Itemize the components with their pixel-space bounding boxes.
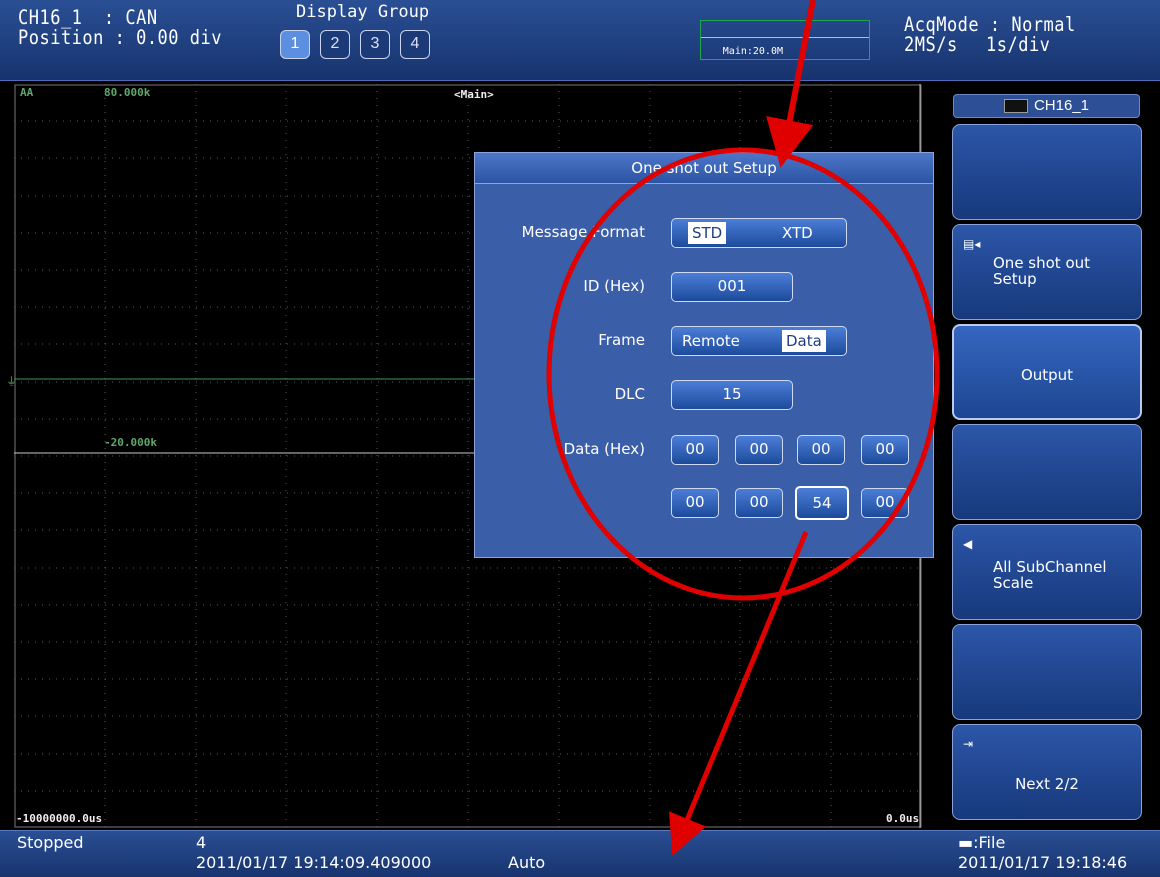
id-field[interactable]: 001 xyxy=(671,272,793,302)
dlc-field[interactable]: 15 xyxy=(671,380,793,410)
time-div: 1s/div xyxy=(986,33,1051,57)
dlc-label: DLC xyxy=(614,385,645,403)
display-group-title: Display Group xyxy=(296,2,430,22)
header-bar: CH16_1 : CAN Position : 0.00 div Display… xyxy=(0,0,1160,81)
soft-key-4[interactable] xyxy=(952,424,1142,520)
message-format-xtd[interactable]: XTD xyxy=(778,222,817,244)
data-byte-2[interactable]: 00 xyxy=(797,435,845,465)
data-byte-1[interactable]: 00 xyxy=(735,435,783,465)
soft-key-1[interactable] xyxy=(952,124,1142,220)
soft-key-3-label: Output xyxy=(1020,366,1074,384)
frame-label: Frame xyxy=(598,331,645,349)
soft-key-output[interactable]: Output xyxy=(952,324,1142,420)
trigger-time: 2011/01/17 19:14:09.409000 xyxy=(196,853,432,872)
frame-data[interactable]: Data xyxy=(782,330,826,352)
y-mid-label: -20.000k xyxy=(104,436,157,449)
sample-rate: 2MS/s xyxy=(904,33,958,57)
dialog-icon: ▤◂ xyxy=(963,237,981,251)
soft-key-one-shot-setup[interactable]: ▤◂ One shot out Setup xyxy=(952,224,1142,320)
minimap-label: Main:20.0M xyxy=(722,46,783,57)
message-format-std[interactable]: STD xyxy=(688,222,727,244)
acq-mode: AcqMode : Normal xyxy=(904,13,1076,37)
trigger-mode: Auto xyxy=(508,853,546,872)
y-top-label: 80.000k xyxy=(104,86,151,99)
printer-icon: ▬ xyxy=(958,833,974,852)
data-byte-0[interactable]: 00 xyxy=(671,435,719,465)
soft-key-5-label: All SubChannel Scale xyxy=(993,558,1107,592)
data-byte-5[interactable]: 00 xyxy=(735,488,783,518)
data-byte-6[interactable]: 54 xyxy=(795,486,849,520)
zoom-minimap: Main:20.0M xyxy=(700,20,870,60)
id-label: ID (Hex) xyxy=(583,277,645,295)
soft-key-6[interactable] xyxy=(952,624,1142,720)
data-byte-4[interactable]: 00 xyxy=(671,488,719,518)
position-info: Position : 0.00 div xyxy=(18,26,222,50)
waveform-icon xyxy=(1003,99,1028,114)
triangle-left-icon: ◀ xyxy=(963,537,973,551)
soft-key-next[interactable]: ⇥ Next 2/2 xyxy=(952,724,1142,820)
status-bar: Stopped 4 2011/01/17 19:14:09.409000 Aut… xyxy=(0,830,1160,877)
main-window-label: <Main> xyxy=(454,88,494,101)
data-byte-3[interactable]: 00 xyxy=(861,435,909,465)
x-left-label: -10000000.0us xyxy=(16,812,103,825)
next-page-icon: ⇥ xyxy=(963,737,974,751)
display-group-4-button[interactable]: 4 xyxy=(400,30,430,59)
menu-header: CH16_1 xyxy=(953,94,1140,118)
trace-name: AA xyxy=(20,86,34,99)
data-byte-7[interactable]: 00 xyxy=(861,488,909,518)
save-target-label: :File xyxy=(973,833,1006,852)
ground-marker-icon: ⏚ xyxy=(6,375,17,388)
display-group-1-button[interactable]: 1 xyxy=(280,30,310,59)
save-target: ▬:File xyxy=(958,833,1005,852)
frame-toggle[interactable]: Remote Data xyxy=(671,326,847,356)
clock: 2011/01/17 19:18:46 xyxy=(958,853,1128,872)
display-group-2-button[interactable]: 2 xyxy=(320,30,350,59)
frame-remote[interactable]: Remote xyxy=(678,330,744,352)
message-format-toggle[interactable]: STD XTD xyxy=(671,218,847,248)
one-shot-out-dialog: One shot out Setup Message Format STD XT… xyxy=(474,152,934,558)
soft-key-7-label: Next 2/2 xyxy=(1015,775,1079,793)
dialog-title: One shot out Setup xyxy=(475,153,933,184)
data-hex-label: Data (Hex) xyxy=(563,440,645,458)
x-right-label: 0.0us xyxy=(886,812,920,825)
menu-header-label: CH16_1 xyxy=(1033,97,1090,114)
minimap-trace xyxy=(701,37,869,38)
soft-key-2-label: One shot out Setup xyxy=(993,254,1091,288)
acq-count: 4 xyxy=(196,833,207,852)
soft-key-all-subchannel-scale[interactable]: ◀ All SubChannel Scale xyxy=(952,524,1142,620)
display-group-3-button[interactable]: 3 xyxy=(360,30,390,59)
acq-state: Stopped xyxy=(17,833,84,852)
message-format-label: Message Format xyxy=(521,223,645,241)
channel-info: CH16_1 : CAN xyxy=(18,6,158,30)
